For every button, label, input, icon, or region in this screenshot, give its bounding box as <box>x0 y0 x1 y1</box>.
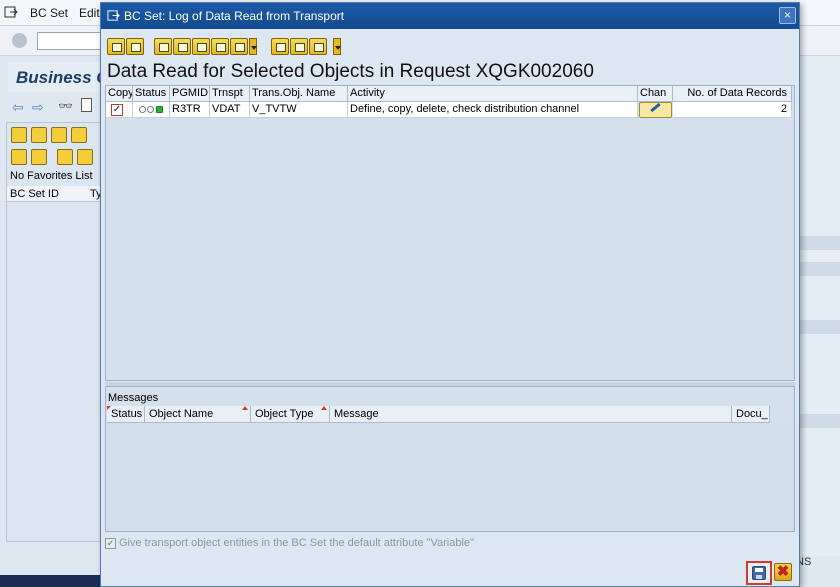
pgmid-cell: R3TR <box>170 102 210 118</box>
star-icon[interactable] <box>57 149 73 165</box>
save-button[interactable] <box>746 561 772 585</box>
favorite-add-icon[interactable] <box>31 149 47 165</box>
search-icon[interactable] <box>11 149 27 165</box>
layout-icon[interactable] <box>309 38 327 55</box>
alv-toolbar <box>107 37 797 57</box>
messages-list <box>106 424 794 531</box>
column-msg-status[interactable]: Status <box>107 406 145 423</box>
cancel-button[interactable]: ✖ <box>774 563 792 581</box>
column-copy[interactable]: Copy <box>106 86 133 102</box>
close-button[interactable]: × <box>779 7 796 24</box>
left-navigation-panel <box>6 122 104 542</box>
dialog-title: BC Set: Log of Data Read from Transport <box>124 9 345 23</box>
column-trnspt[interactable]: Trnspt <box>210 86 250 102</box>
nav-buttons: ⇦ ⇨ 👓 <box>8 92 105 122</box>
variable-checkbox[interactable]: ✓ <box>105 538 116 549</box>
menu-bc-set[interactable]: BC Set <box>30 6 68 20</box>
column-no-of-data-records[interactable]: No. of Data Records <box>673 86 792 102</box>
filter-dropdown-icon[interactable] <box>249 38 257 55</box>
objects-table: Copy Status PGMID Trnspt Trans.Obj. Name… <box>105 85 795 381</box>
favorites-empty-text: No Favorites List <box>10 170 93 182</box>
dialog-titlebar[interactable]: BC Set: Log of Data Read from Transport … <box>101 3 799 29</box>
status-bar <box>0 575 100 587</box>
filter-icon[interactable] <box>31 127 47 143</box>
column-activity[interactable]: Activity <box>348 86 638 102</box>
right-panel-header <box>798 236 840 250</box>
right-panel-row <box>798 414 840 428</box>
export-icon[interactable] <box>290 38 308 55</box>
copy-cell: ✓ <box>106 102 133 118</box>
right-panel <box>798 56 840 556</box>
activity-cell: Define, copy, delete, check distribution… <box>348 102 638 118</box>
details-icon[interactable] <box>107 38 125 55</box>
dialog-footer: ✖ <box>101 556 799 586</box>
expand-icon[interactable] <box>11 127 27 143</box>
page-title: Business C <box>8 62 109 92</box>
favorite-edit-icon[interactable] <box>77 149 93 165</box>
menu-icon[interactable] <box>4 5 18 22</box>
document-icon[interactable] <box>81 98 92 112</box>
dialog-window-icon <box>107 10 120 21</box>
column-message[interactable]: Message <box>330 406 732 423</box>
records-cell: 2 <box>673 102 792 118</box>
filter-icon[interactable] <box>230 38 248 55</box>
sort-descending-icon[interactable] <box>173 38 191 55</box>
column-trans-obj-name[interactable]: Trans.Obj. Name <box>250 86 348 102</box>
messages-title: Messages <box>108 392 159 404</box>
glasses-icon[interactable]: 👓 <box>58 99 73 113</box>
settings-icon[interactable] <box>71 127 87 143</box>
menu-edit[interactable]: Edit <box>79 6 100 20</box>
enter-check-icon[interactable] <box>12 33 27 48</box>
status-cell <box>133 102 170 118</box>
pencil-icon[interactable] <box>639 102 672 118</box>
dialog-heading: Data Read for Selected Objects in Reques… <box>107 61 594 82</box>
column-bc-set-id[interactable]: BC Set ID <box>10 188 59 200</box>
copy-checkbox[interactable]: ✓ <box>111 104 123 116</box>
find-next-icon[interactable] <box>211 38 229 55</box>
layout-dropdown-icon[interactable] <box>333 38 341 55</box>
trans-obj-name-cell: V_TVTW <box>250 102 348 118</box>
column-status[interactable]: Status <box>133 86 170 102</box>
column-object-type[interactable]: Object Type <box>251 406 330 423</box>
right-panel-row <box>798 262 840 276</box>
sort-ascending-icon[interactable] <box>154 38 172 55</box>
forward-arrow-icon[interactable]: ⇨ <box>32 99 44 116</box>
bc-set-column-header: BC Set ID Ty <box>7 186 104 202</box>
back-arrow-icon[interactable]: ⇦ <box>12 99 24 116</box>
messages-panel: Messages Status Object Name Object Type … <box>105 386 795 532</box>
select-all-icon[interactable] <box>126 38 144 55</box>
column-chan[interactable]: Chan <box>638 86 673 102</box>
trnspt-cell: VDAT <box>210 102 250 118</box>
variable-option: ✓ Give transport object entities in the … <box>105 536 605 552</box>
column-docu[interactable]: Docu_ <box>732 406 770 423</box>
log-dialog: BC Set: Log of Data Read from Transport … <box>100 2 800 587</box>
right-panel-row <box>798 320 840 334</box>
find-icon[interactable] <box>51 127 67 143</box>
status-green-light-icon <box>139 106 165 113</box>
column-object-name[interactable]: Object Name <box>145 406 251 423</box>
find-icon[interactable] <box>192 38 210 55</box>
save-icon <box>752 566 766 580</box>
variable-label: Give transport object entities in the BC… <box>119 537 474 549</box>
print-icon[interactable] <box>271 38 289 55</box>
column-pgmid[interactable]: PGMID <box>170 86 210 102</box>
command-field[interactable] <box>37 32 107 50</box>
